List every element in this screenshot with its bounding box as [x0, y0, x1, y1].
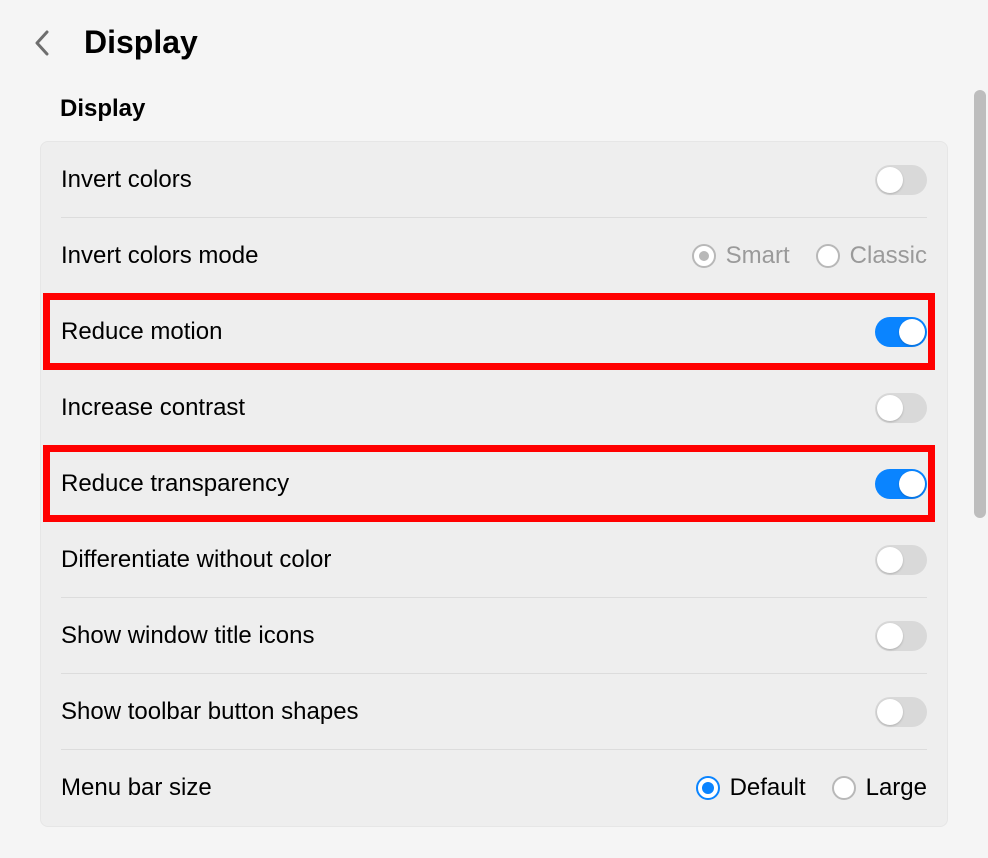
chevron-left-icon	[34, 30, 50, 56]
toggle-invert-colors[interactable]	[875, 165, 927, 195]
toggle-knob	[877, 623, 903, 649]
row-reduce-transparency: Reduce transparency	[61, 446, 927, 522]
invert-colors-mode-options: Smart Classic	[692, 242, 927, 270]
radio-circle-large	[832, 776, 856, 800]
toggle-show-toolbar-button-shapes[interactable]	[875, 697, 927, 727]
radio-label-smart: Smart	[726, 242, 790, 270]
toggle-knob	[877, 547, 903, 573]
radio-label-default: Default	[730, 774, 806, 802]
radio-label-large: Large	[866, 774, 927, 802]
label-show-toolbar-button-shapes: Show toolbar button shapes	[61, 698, 359, 726]
toggle-knob	[899, 319, 925, 345]
toggle-knob	[877, 167, 903, 193]
label-differentiate-without-color: Differentiate without color	[61, 546, 331, 574]
settings-panel: Invert colors Invert colors mode Smart C…	[40, 141, 948, 827]
row-invert-colors-mode: Invert colors mode Smart Classic	[61, 218, 927, 294]
menu-bar-size-options: Default Large	[696, 774, 927, 802]
toggle-increase-contrast[interactable]	[875, 393, 927, 423]
content: Display Invert colors Invert colors mode…	[0, 71, 988, 827]
row-invert-colors: Invert colors	[61, 142, 927, 218]
radio-label-classic: Classic	[850, 242, 927, 270]
toggle-reduce-motion[interactable]	[875, 317, 927, 347]
toggle-knob	[899, 471, 925, 497]
toggle-differentiate-without-color[interactable]	[875, 545, 927, 575]
label-reduce-motion: Reduce motion	[61, 318, 222, 346]
page-title: Display	[84, 24, 198, 61]
radio-circle-classic	[816, 244, 840, 268]
row-increase-contrast: Increase contrast	[61, 370, 927, 446]
label-invert-colors-mode: Invert colors mode	[61, 242, 258, 270]
back-button[interactable]	[30, 31, 54, 55]
label-menu-bar-size: Menu bar size	[61, 774, 212, 802]
row-reduce-motion: Reduce motion	[61, 294, 927, 370]
row-show-window-title-icons: Show window title icons	[61, 598, 927, 674]
toggle-knob	[877, 699, 903, 725]
label-increase-contrast: Increase contrast	[61, 394, 245, 422]
radio-classic: Classic	[816, 242, 927, 270]
label-show-window-title-icons: Show window title icons	[61, 622, 314, 650]
radio-smart: Smart	[692, 242, 790, 270]
row-show-toolbar-button-shapes: Show toolbar button shapes	[61, 674, 927, 750]
section-title: Display	[40, 95, 948, 123]
label-reduce-transparency: Reduce transparency	[61, 470, 289, 498]
header: Display	[0, 0, 988, 71]
toggle-reduce-transparency[interactable]	[875, 469, 927, 499]
radio-default[interactable]: Default	[696, 774, 806, 802]
label-invert-colors: Invert colors	[61, 166, 192, 194]
scrollbar-thumb[interactable]	[974, 90, 986, 518]
row-menu-bar-size: Menu bar size Default Large	[61, 750, 927, 826]
toggle-show-window-title-icons[interactable]	[875, 621, 927, 651]
scrollbar[interactable]	[974, 90, 986, 518]
radio-circle-smart	[692, 244, 716, 268]
toggle-knob	[877, 395, 903, 421]
radio-circle-default	[696, 776, 720, 800]
radio-large[interactable]: Large	[832, 774, 927, 802]
row-differentiate-without-color: Differentiate without color	[61, 522, 927, 598]
